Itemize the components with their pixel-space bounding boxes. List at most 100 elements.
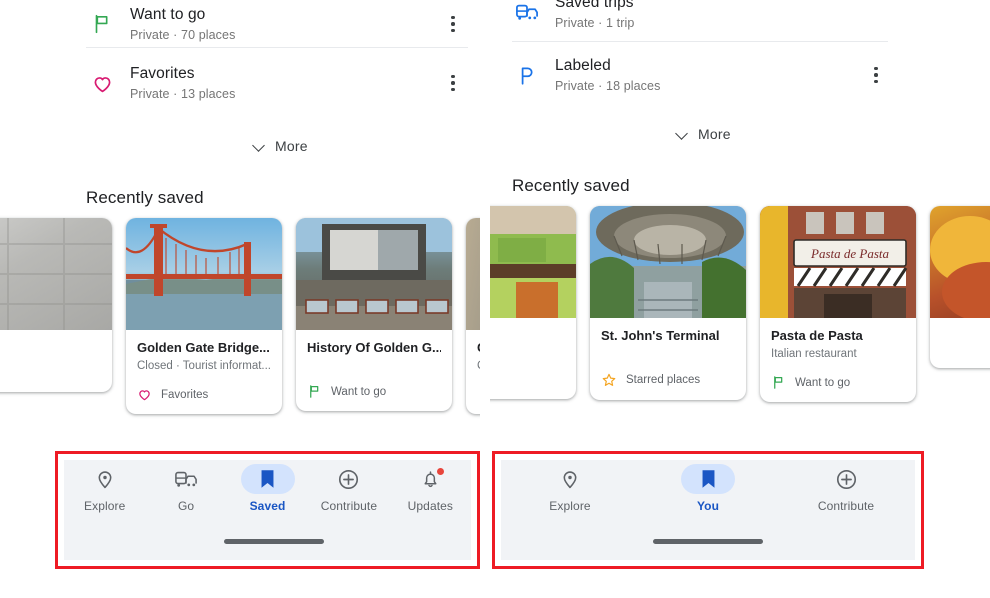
flag-icon (80, 13, 124, 35)
saved-list-row[interactable]: Labeled Private · 18 places (505, 47, 905, 103)
card-subtitle: nt (490, 347, 565, 362)
page-title: Recently saved (86, 188, 204, 207)
nav-pill-active (240, 464, 295, 494)
card-tag: Starred places (601, 372, 735, 388)
nav-label: Go (178, 499, 195, 513)
place-thumbnail (296, 218, 452, 330)
star-icon (602, 373, 616, 386)
nav-label: Explore (549, 499, 591, 513)
flag-icon (477, 387, 480, 402)
more-label: More (698, 126, 731, 142)
card-tag-label: Want to go (795, 376, 851, 389)
card-subtitle: Closed · Tourist informat... (137, 360, 271, 372)
place-thumbnail (126, 218, 282, 330)
home-indicator[interactable] (224, 539, 324, 544)
list-title: Want to go (130, 5, 206, 23)
place-thumbnail: Pasta de Pasta (760, 206, 916, 318)
card-tag-label: Favorites (161, 388, 209, 401)
home-indicator[interactable] (653, 539, 763, 544)
nav-pill (159, 464, 213, 494)
overflow-menu-button[interactable] (859, 66, 893, 84)
place-card[interactable]: St. John's Terminal Starred places (590, 206, 746, 400)
place-card[interactable]: Golden Gate Bridge... Closed · Tourist i… (126, 218, 282, 414)
row-text: Labeled Private · 18 places (549, 56, 859, 95)
row-text: Saved trips Private · 1 trip (549, 0, 905, 32)
trips-icon (505, 1, 549, 23)
saved-list-row[interactable]: Want to go Private · 70 places (80, 0, 470, 52)
card-tag: o (490, 375, 565, 387)
nav-item-contribute[interactable]: Contribute (308, 460, 389, 513)
nav-item-explore[interactable]: Explore (64, 460, 145, 513)
list-subtitle: Private · 1 trip (555, 15, 635, 30)
bottom-navigation-bar[interactable]: Explore You Contribute (501, 460, 915, 560)
overflow-menu-button[interactable] (436, 74, 470, 92)
list-subtitle: Private · 13 places (130, 86, 236, 101)
kebab-icon (451, 74, 455, 92)
nav-pill (819, 464, 873, 494)
nav-pill (78, 464, 132, 494)
recently-saved-carousel[interactable]: ... (0, 218, 480, 414)
nav-item-updates[interactable]: Updates (390, 460, 471, 513)
card-title: Eatery (... (490, 328, 565, 344)
place-card[interactable] (930, 206, 990, 368)
place-card[interactable]: ... (0, 218, 112, 392)
screenshot-root: Want to go Private · 70 places Favorites… (0, 0, 990, 598)
place-card[interactable]: Pasta de Pasta Pasta de Pasta Italian re… (760, 206, 916, 402)
heart-icon (139, 390, 150, 401)
more-button[interactable]: More (253, 138, 308, 154)
nav-item-saved[interactable]: Saved (227, 460, 308, 513)
chevron-down-icon (676, 128, 689, 141)
saved-list-row[interactable]: Saved trips Private · 1 trip (505, 0, 905, 40)
list-title: Saved trips (555, 0, 634, 11)
list-subtitle: Private · 70 places (130, 27, 236, 42)
nav-label: Contribute (817, 499, 875, 513)
list-subtitle: Private · 18 places (555, 78, 661, 93)
nav-item-contribute[interactable]: Contribute (777, 460, 915, 513)
bottom-nav-highlight-box: Explore You Contribute (492, 451, 924, 569)
place-card[interactable]: Gale Clos (466, 218, 480, 414)
flag-icon (774, 376, 783, 389)
card-body: Pasta de Pasta Italian restaurant Want t… (760, 318, 916, 402)
notification-badge (437, 468, 445, 475)
saved-list-row[interactable]: Favorites Private · 13 places (80, 55, 470, 111)
nav-label: Saved (249, 499, 286, 513)
svg-text:Pasta de Pasta: Pasta de Pasta (810, 246, 889, 261)
recently-saved-carousel[interactable]: Eatery (... nt o (490, 206, 990, 402)
transit-icon (175, 471, 197, 487)
place-thumbnail (466, 218, 480, 330)
chevron-down-icon (253, 140, 266, 153)
nav-item-go[interactable]: Go (145, 460, 226, 513)
card-subtitle: Clos (477, 359, 480, 374)
place-card[interactable]: History Of Golden G... Want to go (296, 218, 452, 411)
card-tag: Want to go (771, 375, 905, 390)
map-pin-icon (98, 471, 112, 489)
card-tag (477, 387, 480, 402)
list-title: Favorites (130, 64, 195, 82)
place-thumbnail (0, 218, 112, 330)
card-body: History Of Golden G... Want to go (296, 330, 452, 411)
kebab-icon (874, 66, 878, 84)
nav-item-you[interactable]: You (639, 460, 777, 513)
page-title: Recently saved (512, 176, 630, 195)
card-tag: Favorites (137, 387, 271, 402)
nav-label: Explore (84, 499, 126, 513)
place-thumbnail (590, 206, 746, 318)
bottom-navigation-bar[interactable]: Explore Go Saved Contribute Updates (64, 460, 471, 560)
nav-pill (403, 464, 457, 494)
more-label: More (275, 138, 308, 154)
row-divider (512, 41, 888, 42)
card-tag: Want to go (307, 384, 441, 399)
more-button[interactable]: More (676, 126, 731, 142)
nav-item-explore[interactable]: Explore (501, 460, 639, 513)
place-card[interactable]: Eatery (... nt o (490, 206, 576, 399)
card-title: History Of Golden G... (307, 340, 441, 355)
nav-label: Updates (407, 499, 454, 513)
right-phone-panel: Saved trips Private · 1 trip Labeled Pri… (490, 0, 990, 598)
label-p-icon (505, 64, 549, 87)
card-body: Gale Clos (466, 330, 480, 414)
plus-circle-icon (836, 469, 856, 489)
map-pin-icon (563, 471, 577, 489)
nav-label: Contribute (320, 499, 378, 513)
flag-icon (310, 385, 319, 398)
overflow-menu-button[interactable] (436, 15, 470, 33)
